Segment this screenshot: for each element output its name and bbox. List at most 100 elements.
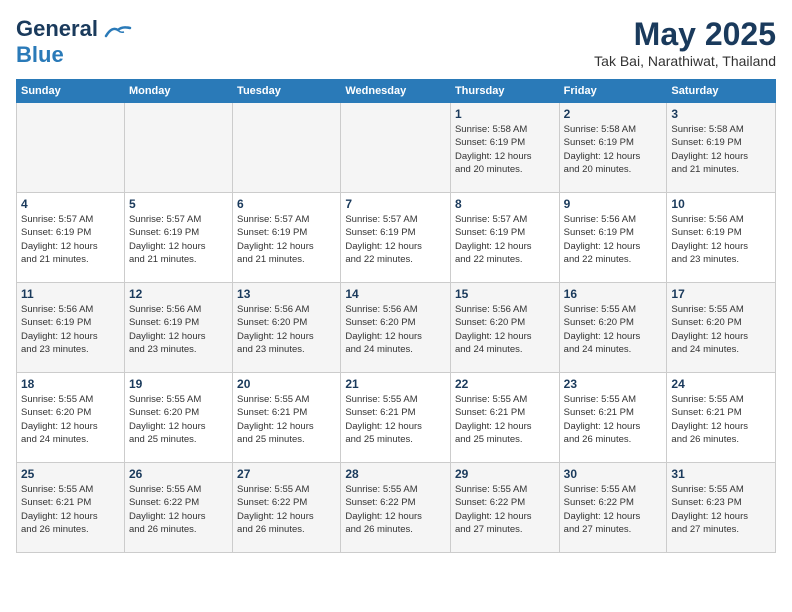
day-info: Sunrise: 5:55 AMSunset: 6:20 PMDaylight:…: [671, 303, 771, 356]
day-info: Sunrise: 5:55 AMSunset: 6:23 PMDaylight:…: [671, 483, 771, 536]
day-info: Sunrise: 5:58 AMSunset: 6:19 PMDaylight:…: [671, 123, 771, 176]
day-info: Sunrise: 5:57 AMSunset: 6:19 PMDaylight:…: [237, 213, 336, 266]
day-info: Sunrise: 5:55 AMSunset: 6:22 PMDaylight:…: [564, 483, 663, 536]
calendar-cell: 23 Sunrise: 5:55 AMSunset: 6:21 PMDayligh…: [559, 373, 667, 463]
calendar-cell: [17, 103, 125, 193]
day-number: 20: [237, 377, 336, 391]
calendar-table: SundayMondayTuesdayWednesdayThursdayFrid…: [16, 79, 776, 553]
logo-text-blue: Blue: [16, 42, 64, 67]
dow-header-thursday: Thursday: [450, 80, 559, 103]
day-info: Sunrise: 5:55 AMSunset: 6:20 PMDaylight:…: [129, 393, 228, 446]
day-info: Sunrise: 5:58 AMSunset: 6:19 PMDaylight:…: [564, 123, 663, 176]
day-number: 8: [455, 197, 555, 211]
calendar-cell: 30 Sunrise: 5:55 AMSunset: 6:22 PMDayligh…: [559, 463, 667, 553]
day-info: Sunrise: 5:57 AMSunset: 6:19 PMDaylight:…: [345, 213, 446, 266]
day-info: Sunrise: 5:55 AMSunset: 6:21 PMDaylight:…: [345, 393, 446, 446]
calendar-cell: 15 Sunrise: 5:56 AMSunset: 6:20 PMDayligh…: [450, 283, 559, 373]
day-info: Sunrise: 5:55 AMSunset: 6:22 PMDaylight:…: [455, 483, 555, 536]
day-info: Sunrise: 5:55 AMSunset: 6:22 PMDaylight:…: [129, 483, 228, 536]
day-number: 31: [671, 467, 771, 481]
logo-bird-icon: [104, 24, 132, 40]
logo-text-general: General: [16, 16, 98, 41]
calendar-cell: 14 Sunrise: 5:56 AMSunset: 6:20 PMDayligh…: [341, 283, 451, 373]
day-number: 28: [345, 467, 446, 481]
day-info: Sunrise: 5:55 AMSunset: 6:21 PMDaylight:…: [21, 483, 120, 536]
day-number: 11: [21, 287, 120, 301]
day-info: Sunrise: 5:55 AMSunset: 6:22 PMDaylight:…: [237, 483, 336, 536]
calendar-cell: [341, 103, 451, 193]
day-number: 1: [455, 107, 555, 121]
calendar-cell: 24Sunrise: 5:55 AMSunset: 6:21 PMDayligh…: [667, 373, 776, 463]
day-number: 15: [455, 287, 555, 301]
day-number: 18: [21, 377, 120, 391]
day-number: 30: [564, 467, 663, 481]
title-block: May 2025 Tak Bai, Narathiwat, Thailand: [594, 16, 776, 69]
day-info: Sunrise: 5:57 AMSunset: 6:19 PMDaylight:…: [455, 213, 555, 266]
day-info: Sunrise: 5:56 AMSunset: 6:20 PMDaylight:…: [455, 303, 555, 356]
day-info: Sunrise: 5:55 AMSunset: 6:21 PMDaylight:…: [455, 393, 555, 446]
day-number: 4: [21, 197, 120, 211]
day-number: 25: [21, 467, 120, 481]
day-number: 29: [455, 467, 555, 481]
calendar-cell: 26 Sunrise: 5:55 AMSunset: 6:22 PMDayligh…: [124, 463, 232, 553]
calendar-cell: 13Sunrise: 5:56 AMSunset: 6:20 PMDayligh…: [233, 283, 341, 373]
page-header: General Blue May 2025 Tak Bai, Narathiwa…: [16, 16, 776, 69]
day-info: Sunrise: 5:56 AMSunset: 6:19 PMDaylight:…: [671, 213, 771, 266]
day-number: 19: [129, 377, 228, 391]
calendar-cell: 31 Sunrise: 5:55 AMSunset: 6:23 PMDayligh…: [667, 463, 776, 553]
calendar-cell: 21Sunrise: 5:55 AMSunset: 6:21 PMDayligh…: [341, 373, 451, 463]
day-number: 12: [129, 287, 228, 301]
dow-header-tuesday: Tuesday: [233, 80, 341, 103]
day-info: Sunrise: 5:55 AMSunset: 6:21 PMDaylight:…: [671, 393, 771, 446]
day-number: 6: [237, 197, 336, 211]
day-number: 5: [129, 197, 228, 211]
day-number: 7: [345, 197, 446, 211]
day-info: Sunrise: 5:58 AMSunset: 6:19 PMDaylight:…: [455, 123, 555, 176]
calendar-cell: 5 Sunrise: 5:57 AMSunset: 6:19 PMDaylight…: [124, 193, 232, 283]
calendar-cell: 29 Sunrise: 5:55 AMSunset: 6:22 PMDayligh…: [450, 463, 559, 553]
dow-header-sunday: Sunday: [17, 80, 125, 103]
day-info: Sunrise: 5:57 AMSunset: 6:19 PMDaylight:…: [21, 213, 120, 266]
day-number: 23: [564, 377, 663, 391]
calendar-cell: 1 Sunrise: 5:58 AMSunset: 6:19 PMDaylight…: [450, 103, 559, 193]
calendar-cell: 3 Sunrise: 5:58 AMSunset: 6:19 PMDaylight…: [667, 103, 776, 193]
day-number: 9: [564, 197, 663, 211]
calendar-cell: 6 Sunrise: 5:57 AMSunset: 6:19 PMDaylight…: [233, 193, 341, 283]
day-number: 14: [345, 287, 446, 301]
day-info: Sunrise: 5:57 AMSunset: 6:19 PMDaylight:…: [129, 213, 228, 266]
dow-header-monday: Monday: [124, 80, 232, 103]
calendar-cell: [233, 103, 341, 193]
calendar-cell: 9 Sunrise: 5:56 AMSunset: 6:19 PMDaylight…: [559, 193, 667, 283]
day-number: 17: [671, 287, 771, 301]
day-info: Sunrise: 5:55 AMSunset: 6:20 PMDaylight:…: [21, 393, 120, 446]
calendar-cell: 17 Sunrise: 5:55 AMSunset: 6:20 PMDayligh…: [667, 283, 776, 373]
day-number: 2: [564, 107, 663, 121]
logo: General Blue: [16, 16, 132, 68]
day-number: 10: [671, 197, 771, 211]
day-info: Sunrise: 5:56 AMSunset: 6:19 PMDaylight:…: [21, 303, 120, 356]
calendar-cell: 4 Sunrise: 5:57 AMSunset: 6:19 PMDaylight…: [17, 193, 125, 283]
calendar-cell: 19 Sunrise: 5:55 AMSunset: 6:20 PMDayligh…: [124, 373, 232, 463]
dow-header-wednesday: Wednesday: [341, 80, 451, 103]
calendar-cell: 27 Sunrise: 5:55 AMSunset: 6:22 PMDayligh…: [233, 463, 341, 553]
day-number: 27: [237, 467, 336, 481]
day-info: Sunrise: 5:56 AMSunset: 6:20 PMDaylight:…: [345, 303, 446, 356]
day-number: 3: [671, 107, 771, 121]
calendar-cell: 10 Sunrise: 5:56 AMSunset: 6:19 PMDayligh…: [667, 193, 776, 283]
calendar-cell: 2 Sunrise: 5:58 AMSunset: 6:19 PMDaylight…: [559, 103, 667, 193]
month-year-title: May 2025: [594, 16, 776, 53]
day-info: Sunrise: 5:56 AMSunset: 6:19 PMDaylight:…: [564, 213, 663, 266]
calendar-cell: 16Sunrise: 5:55 AMSunset: 6:20 PMDayligh…: [559, 283, 667, 373]
day-info: Sunrise: 5:55 AMSunset: 6:21 PMDaylight:…: [237, 393, 336, 446]
day-info: Sunrise: 5:56 AMSunset: 6:19 PMDaylight:…: [129, 303, 228, 356]
calendar-cell: 25 Sunrise: 5:55 AMSunset: 6:21 PMDayligh…: [17, 463, 125, 553]
calendar-cell: [124, 103, 232, 193]
day-number: 22: [455, 377, 555, 391]
calendar-cell: 18 Sunrise: 5:55 AMSunset: 6:20 PMDayligh…: [17, 373, 125, 463]
calendar-cell: 11 Sunrise: 5:56 AMSunset: 6:19 PMDayligh…: [17, 283, 125, 373]
calendar-cell: 7 Sunrise: 5:57 AMSunset: 6:19 PMDaylight…: [341, 193, 451, 283]
calendar-cell: 28Sunrise: 5:55 AMSunset: 6:22 PMDayligh…: [341, 463, 451, 553]
day-number: 26: [129, 467, 228, 481]
day-info: Sunrise: 5:55 AMSunset: 6:21 PMDaylight:…: [564, 393, 663, 446]
calendar-cell: 8 Sunrise: 5:57 AMSunset: 6:19 PMDaylight…: [450, 193, 559, 283]
